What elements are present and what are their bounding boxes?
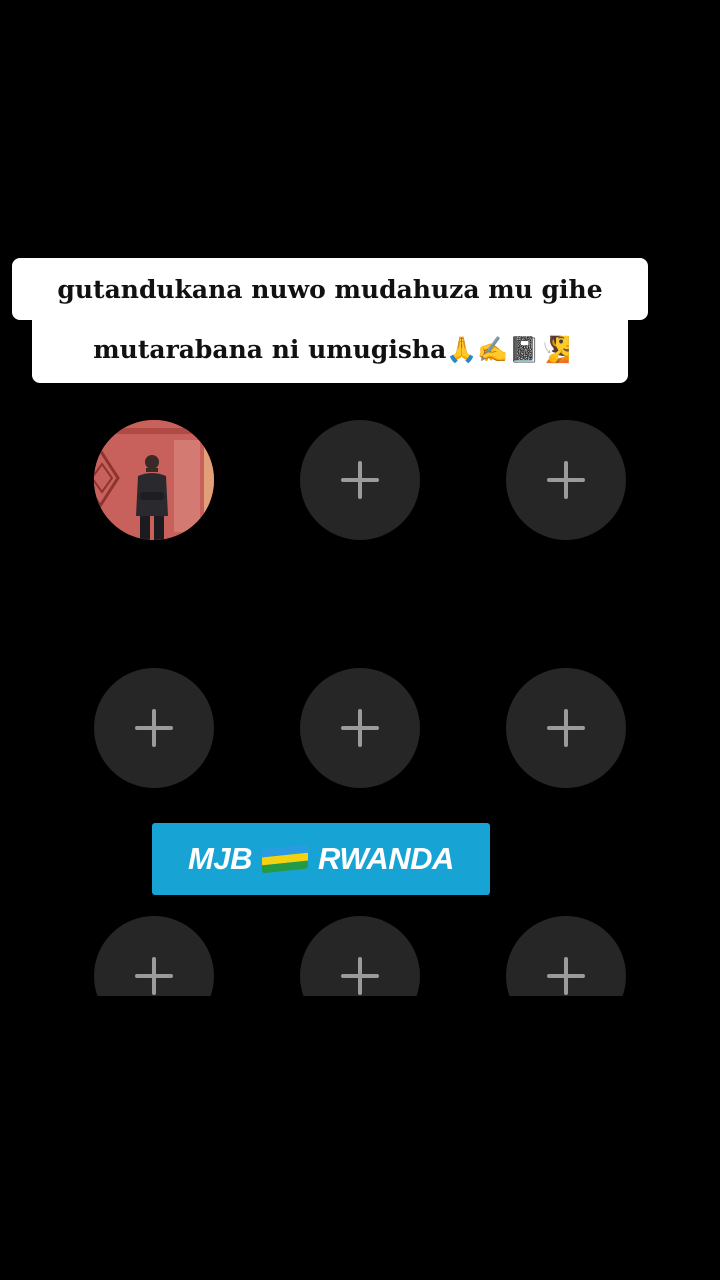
- plus-icon: [547, 957, 585, 995]
- add-slot[interactable]: [506, 420, 626, 540]
- add-slot[interactable]: [506, 916, 626, 996]
- plus-icon: [547, 709, 585, 747]
- caption-line-2: mutarabana ni umugisha🙏✍️📓🧏: [32, 316, 628, 383]
- add-slot[interactable]: [300, 420, 420, 540]
- rwanda-flag-icon: [262, 844, 308, 874]
- add-slot[interactable]: [94, 668, 214, 788]
- banner-left-text: MJB: [188, 841, 252, 876]
- caption-text-2: mutarabana ni umugisha🙏✍️📓🧏: [93, 335, 571, 364]
- plus-icon: [341, 709, 379, 747]
- plus-icon: [341, 957, 379, 995]
- plus-icon: [547, 461, 585, 499]
- avatar-slot[interactable]: [94, 420, 214, 540]
- plus-icon: [135, 957, 173, 995]
- person-photo-icon: [94, 420, 214, 540]
- add-slot[interactable]: [300, 916, 420, 996]
- add-slot[interactable]: [506, 668, 626, 788]
- plus-icon: [341, 461, 379, 499]
- watermark-banner: MJB RWANDA: [152, 823, 490, 895]
- banner-right-text: RWANDA: [318, 841, 454, 876]
- add-slot[interactable]: [300, 668, 420, 788]
- caption-text-1: gutandukana nuwo mudahuza mu gihe: [57, 274, 603, 304]
- add-slot[interactable]: [94, 916, 214, 996]
- plus-icon: [135, 709, 173, 747]
- grid-row-partial: [0, 910, 720, 996]
- caption-line-1: gutandukana nuwo mudahuza mu gihe: [12, 258, 648, 320]
